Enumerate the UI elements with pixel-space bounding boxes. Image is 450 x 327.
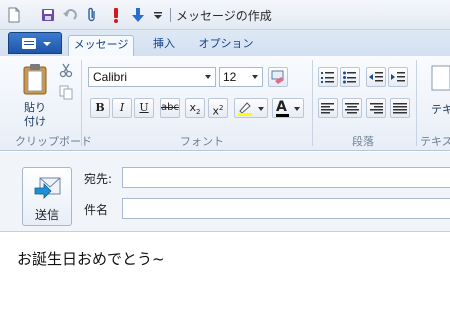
subject-field[interactable] xyxy=(122,198,450,219)
to-field[interactable] xyxy=(122,167,450,188)
increase-indent-button[interactable] xyxy=(388,67,408,87)
chevron-down-icon xyxy=(205,75,211,79)
font-color-button[interactable]: A xyxy=(272,98,304,118)
attach-icon[interactable] xyxy=(84,7,100,23)
font-size-value: 12 xyxy=(223,70,237,84)
paste-label: 貼り付け xyxy=(24,101,46,128)
align-left-button[interactable] xyxy=(318,98,338,118)
chevron-down-icon xyxy=(294,107,300,111)
align-center-button[interactable] xyxy=(342,98,362,118)
save-icon[interactable] xyxy=(40,7,56,23)
tab-options[interactable]: オプション xyxy=(196,35,256,56)
font-size-select[interactable]: 12 xyxy=(219,67,263,87)
window-title: メッセージの作成 xyxy=(176,9,272,23)
bulleted-list-button[interactable] xyxy=(340,67,360,87)
font-group-label: フォント xyxy=(180,135,224,148)
subject-label: 件名 xyxy=(84,203,109,217)
document-icon xyxy=(6,7,22,23)
group-separator xyxy=(81,60,82,146)
chevron-down-icon xyxy=(258,107,264,111)
message-body-text[interactable]: お誕生日おめでとう~ xyxy=(17,248,165,269)
tab-message[interactable]: メッセージ xyxy=(68,35,134,56)
align-right-button[interactable] xyxy=(366,98,386,118)
application-menu-button[interactable] xyxy=(8,32,62,54)
strikethrough-button[interactable]: abc xyxy=(160,98,180,118)
undo-icon[interactable] xyxy=(62,7,78,23)
italic-button[interactable]: I xyxy=(112,98,132,118)
highlight-color-button[interactable] xyxy=(234,98,268,118)
text-button-label: テキ xyxy=(431,103,450,116)
chevron-down-icon xyxy=(252,75,258,79)
justify-button[interactable] xyxy=(390,98,410,118)
title-separator xyxy=(170,8,171,22)
send-label: 送信 xyxy=(34,208,59,222)
copy-icon[interactable] xyxy=(58,84,74,103)
decrease-indent-button[interactable] xyxy=(366,67,386,87)
clipboard-icon xyxy=(22,63,48,98)
cut-icon[interactable] xyxy=(58,62,74,81)
tab-insert[interactable]: 挿入 xyxy=(142,35,186,56)
title-bar: メッセージの作成 xyxy=(0,0,450,30)
numbered-list-button[interactable] xyxy=(318,67,338,87)
underline-button[interactable]: U xyxy=(134,98,154,118)
chevron-down-icon xyxy=(43,42,51,46)
superscript-button[interactable]: x2 xyxy=(208,98,228,118)
low-priority-icon[interactable] xyxy=(130,7,146,23)
high-priority-icon[interactable] xyxy=(108,7,124,23)
subscript-button[interactable]: x2 xyxy=(185,98,205,118)
font-family-value: Calibri xyxy=(93,70,128,84)
ribbon: 貼り付け クリップボード Calibri 12 B I U abc x2 x2 … xyxy=(0,56,450,151)
font-family-select[interactable]: Calibri xyxy=(88,67,216,87)
send-icon xyxy=(34,176,62,203)
customize-qat-icon[interactable] xyxy=(150,7,166,23)
highlighter-icon xyxy=(237,100,253,122)
to-label: 宛先: xyxy=(84,172,113,186)
text-group-label: テキス xyxy=(420,135,450,148)
group-separator xyxy=(416,60,417,146)
paragraph-group-label: 段落 xyxy=(352,135,374,148)
app-menu-icon xyxy=(22,38,36,49)
text-button[interactable]: テキ xyxy=(424,60,450,130)
group-separator xyxy=(312,60,313,146)
font-color-swatch xyxy=(276,114,289,117)
clear-formatting-button[interactable] xyxy=(268,67,288,87)
send-button[interactable]: 送信 xyxy=(22,167,72,226)
text-doc-icon xyxy=(431,65,450,94)
bold-button[interactable]: B xyxy=(90,98,110,118)
paste-button[interactable]: 貼り付け xyxy=(14,60,54,130)
